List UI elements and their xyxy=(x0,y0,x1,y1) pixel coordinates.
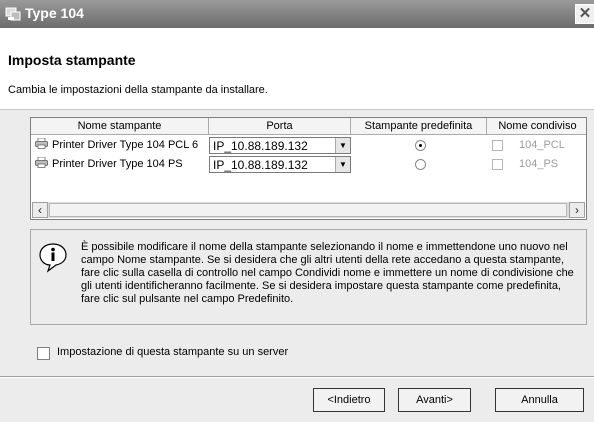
page-title: Imposta stampante xyxy=(8,52,136,68)
column-header-default-printer[interactable]: Stampante predefinita xyxy=(351,118,487,135)
printer-name-label: Printer Driver Type 104 PCL 6 xyxy=(52,139,199,151)
default-printer-radio[interactable] xyxy=(415,159,426,170)
scroll-right-icon[interactable]: › xyxy=(569,202,585,218)
page-subtitle: Cambia le impostazioni della stampante d… xyxy=(8,84,268,96)
port-value: IP_10.88.189.132 xyxy=(213,158,308,172)
port-select[interactable]: IP_10.88.189.132 ▼ xyxy=(209,137,351,154)
printer-icon xyxy=(35,157,48,168)
port-select[interactable]: IP_10.88.189.132 ▼ xyxy=(209,156,351,173)
info-icon xyxy=(39,243,67,273)
setup-icon xyxy=(5,7,21,21)
server-setup-label[interactable]: Impostazione di questa stampante su un s… xyxy=(57,346,288,358)
server-setup-checkbox[interactable] xyxy=(37,347,50,360)
share-checkbox[interactable] xyxy=(492,159,503,170)
share-name-field[interactable]: 104_PS xyxy=(519,156,558,173)
info-box: È possibile modificare il nome della sta… xyxy=(30,229,587,325)
window-title: Type 104 xyxy=(25,5,84,21)
scroll-thumb[interactable] xyxy=(49,203,567,217)
share-checkbox[interactable] xyxy=(492,140,503,151)
table-row[interactable]: Printer Driver Type 104 PS IP_10.88.189.… xyxy=(31,155,586,174)
default-printer-radio[interactable] xyxy=(415,140,426,151)
footer-divider xyxy=(0,376,594,378)
title-bar: Type 104 ✕ xyxy=(0,0,594,28)
column-header-share-name[interactable]: Nome condiviso xyxy=(487,118,586,135)
next-button[interactable]: Avanti> xyxy=(398,388,471,412)
dropdown-arrow-icon[interactable]: ▼ xyxy=(335,138,350,153)
column-header-printer-name[interactable]: Nome stampante xyxy=(31,118,209,135)
cancel-button[interactable]: Annulla xyxy=(495,388,584,412)
share-name-field[interactable]: 104_PCL xyxy=(519,137,565,154)
dropdown-arrow-icon[interactable]: ▼ xyxy=(335,157,350,172)
scroll-left-icon[interactable]: ‹ xyxy=(32,202,48,218)
printer-name-cell[interactable]: Printer Driver Type 104 PCL 6 xyxy=(35,137,198,154)
close-icon[interactable]: ✕ xyxy=(575,4,594,24)
horizontal-scrollbar[interactable]: ‹ › xyxy=(32,202,585,218)
info-text: È possibile modificare il nome della sta… xyxy=(81,241,574,305)
column-header-port[interactable]: Porta xyxy=(209,118,351,135)
port-value: IP_10.88.189.132 xyxy=(213,139,308,153)
printer-icon xyxy=(35,138,48,149)
printer-name-label: Printer Driver Type 104 PS xyxy=(52,158,183,170)
printer-table: Nome stampante Porta Stampante predefini… xyxy=(30,117,587,220)
printer-name-cell[interactable]: Printer Driver Type 104 PS xyxy=(35,156,183,173)
table-row[interactable]: Printer Driver Type 104 PCL 6 IP_10.88.1… xyxy=(31,136,586,155)
wizard-header: Imposta stampante Cambia le impostazioni… xyxy=(0,28,594,110)
back-button[interactable]: <Indietro xyxy=(313,388,385,412)
